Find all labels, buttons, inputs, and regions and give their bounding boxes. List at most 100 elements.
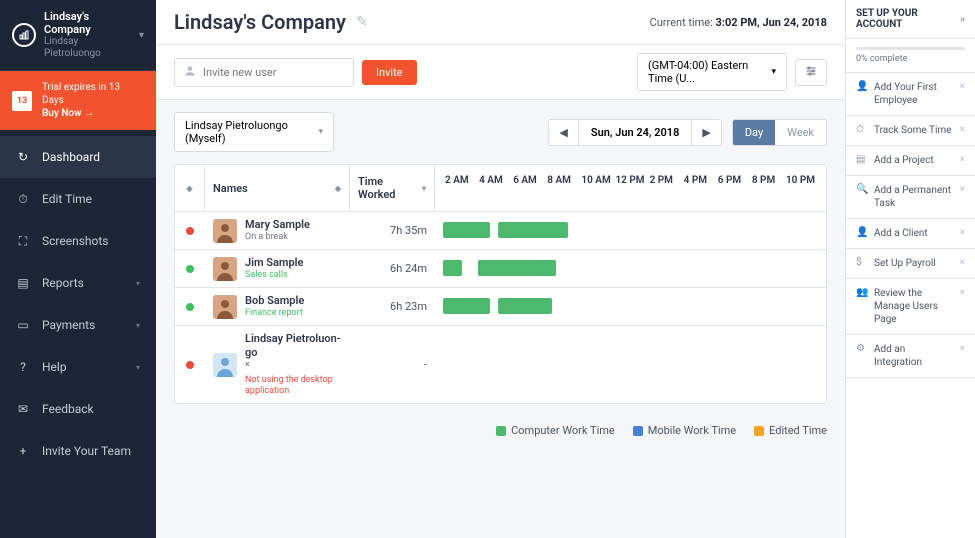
timeline-cell [435,288,826,325]
date-navigation: ◀ Sun, Jun 24, 2018 ▶ [548,119,721,146]
nav-feedback[interactable]: ✉Feedback [0,388,156,430]
close-icon[interactable]: × [960,343,965,354]
setup-item[interactable]: $Set Up Payroll× [846,249,975,279]
card-icon: ▭ [16,318,30,332]
nav-screenshots[interactable]: ⛶Screenshots [0,220,156,262]
invite-icon: + [16,444,30,458]
name-cell[interactable]: Mary SampleOn a break [205,212,350,249]
status-dot [186,227,194,235]
topbar: Lindsay's Company ✎ Current time: 3:02 P… [156,0,845,45]
timeline-cell [435,212,826,249]
col-time-worked[interactable]: Time Worked▾ [350,165,435,211]
table-row: Bob SampleFinance report6h 23m [175,288,826,326]
edit-icon[interactable]: ✎ [356,14,368,30]
hour-label: 6 PM [718,175,752,201]
calendar-icon: 13 [12,91,32,111]
setup-item[interactable]: 👤Add Your First Employee× [846,73,975,116]
setup-item[interactable]: ⚙Add an Integration× [846,335,975,378]
camera-icon: ⛶ [16,234,30,248]
time-bar[interactable] [443,298,490,314]
user-icon [183,63,197,82]
controlbar: Lindsay Pietroluongo (Myself)▾ ◀ Sun, Ju… [156,100,845,164]
view-day-button[interactable]: Day [733,120,775,145]
status-cell [175,288,205,325]
setup-item-icon: ▤ [856,154,868,165]
setup-item[interactable]: 👥Review the Manage Users Page× [846,279,975,335]
settings-icon[interactable] [795,59,827,86]
legend-computer: Computer Work Time [496,424,615,437]
page-title: Lindsay's Company [174,10,346,34]
hour-label: 10 AM [581,175,615,201]
invite-input[interactable] [203,66,345,79]
close-icon[interactable]: × [960,124,965,135]
setup-item-text: Add an Integration [874,343,954,369]
setup-item[interactable]: 🔍Add a Permanent Task× [846,176,975,219]
nav-help[interactable]: ?Help▾ [0,346,156,388]
time-bar[interactable] [443,222,490,238]
status-cell [175,250,205,287]
setup-panel: SET UP YOUR ACCOUNT » 0% complete 👤Add Y… [845,0,975,538]
hour-label: 8 PM [752,175,786,201]
legend-edited: Edited Time [754,424,827,437]
nav-reports[interactable]: ▤Reports▾ [0,262,156,304]
setup-item-icon: 👥 [856,287,868,298]
trial-banner[interactable]: 13 Trial expires in 13 Days Buy Now → [0,71,156,130]
close-icon[interactable]: × [960,81,965,92]
invite-input-wrap[interactable] [174,58,354,87]
main-content: Lindsay's Company ✎ Current time: 3:02 P… [156,0,845,538]
name-cell[interactable]: Bob SampleFinance report [205,288,350,325]
close-icon[interactable]: × [960,287,965,298]
company-switcher[interactable]: Lindsay's Company Lindsay Pietroluongo ▾ [0,0,156,71]
setup-header: SET UP YOUR ACCOUNT » [846,0,975,39]
status-cell [175,212,205,249]
hour-label: 12 PM [615,175,649,201]
view-week-button[interactable]: Week [775,120,826,145]
chevron-down-icon: ▾ [136,279,140,288]
legend-mobile: Mobile Work Time [633,424,736,437]
hour-label: 2 AM [445,175,479,201]
time-worked-cell: 6h 24m [350,250,435,287]
date-prev-button[interactable]: ◀ [549,120,577,145]
setup-item-text: Add Your First Employee [874,81,954,107]
status-cell [175,326,205,403]
time-bar[interactable] [498,298,553,314]
nav-edit-time[interactable]: ⏱Edit Time [0,178,156,220]
setup-item[interactable]: ⏱Track Some Time× [846,116,975,146]
date-next-button[interactable]: ▶ [692,120,720,145]
setup-item-text: Add a Client [874,227,954,240]
close-icon[interactable]: × [960,227,965,238]
table-header: ◆ Names◆ Time Worked▾ 2 AM4 AM6 AM8 AM10… [175,165,826,212]
nav-payments[interactable]: ▭Payments▾ [0,304,156,346]
col-status[interactable]: ◆ [175,165,205,211]
user-name: Mary Sample [245,218,310,232]
table-row: Jim SampleSales calls6h 24m [175,250,826,288]
close-icon[interactable]: × [960,154,965,165]
close-icon[interactable]: × [960,257,965,268]
name-cell[interactable]: Jim SampleSales calls [205,250,350,287]
setup-item-icon: $ [856,257,868,268]
chevron-down-icon: ▾ [136,363,140,372]
table-row: Mary SampleOn a break7h 35m [175,212,826,250]
avatar [213,295,237,319]
sidebar-nav: ↻Dashboard⏱Edit Time⛶Screenshots▤Reports… [0,130,156,538]
nav-invite-your-team[interactable]: +Invite Your Team [0,430,156,472]
user-status: Finance report [245,308,304,319]
time-bar[interactable] [478,260,556,276]
close-icon[interactable]: × [960,184,965,195]
col-names[interactable]: Names◆ [205,165,350,211]
time-bar[interactable] [498,222,568,238]
time-bar[interactable] [443,260,463,276]
setup-item[interactable]: ▤Add a Project× [846,146,975,176]
timeline-table: ◆ Names◆ Time Worked▾ 2 AM4 AM6 AM8 AM10… [174,164,827,404]
timezone-select[interactable]: (GMT-04:00) Eastern Time (U...▾ [637,53,787,91]
collapse-icon[interactable]: » [960,14,965,25]
invite-button[interactable]: Invite [362,60,417,85]
nav-dashboard[interactable]: ↻Dashboard [0,136,156,178]
date-label[interactable]: Sun, Jun 24, 2018 [578,120,692,145]
user-filter-select[interactable]: Lindsay Pietroluongo (Myself)▾ [174,112,334,152]
setup-item[interactable]: 👤Add a Client× [846,219,975,249]
name-cell[interactable]: Lindsay Pietroluon­go×Not using the desk… [205,326,350,403]
feedback-icon: ✉ [16,402,30,416]
status-dot [186,303,194,311]
chevron-down-icon: ▾ [139,30,144,41]
